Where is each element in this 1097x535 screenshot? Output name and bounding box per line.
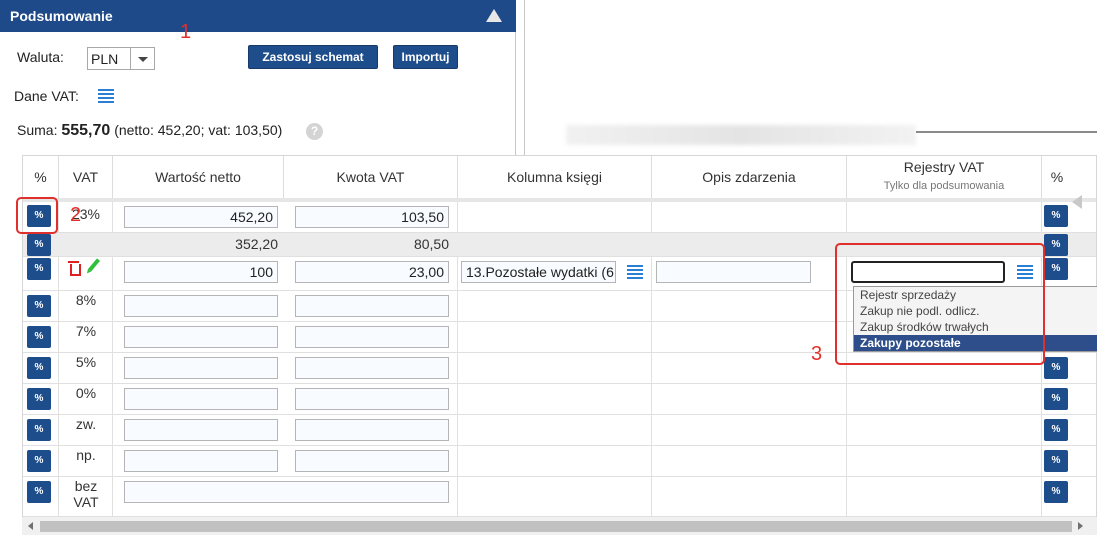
pct-button[interactable]: %: [27, 258, 51, 280]
horizontal-scrollbar[interactable]: [22, 517, 1097, 535]
vat-rate-label-line1: bez: [74, 478, 98, 494]
pct-button-right[interactable]: %: [1044, 258, 1068, 280]
annotation-number-1: 1: [180, 21, 192, 43]
pct-button[interactable]: %: [27, 234, 51, 256]
table-row: % np. %: [23, 446, 1096, 477]
col-header-pct: %: [23, 156, 59, 198]
vat-amount-input[interactable]: [295, 450, 449, 472]
apply-schema-button[interactable]: Zastosuj schemat: [248, 45, 378, 69]
pencil-icon[interactable]: [87, 258, 101, 272]
vat-rate-label: 5%: [75, 354, 97, 370]
col-header-pct-right: %: [1042, 156, 1072, 198]
collapse-icon[interactable]: [486, 9, 502, 22]
vat-rate-label: 8%: [75, 292, 97, 308]
pct-button-right[interactable]: %: [1044, 419, 1068, 441]
currency-label: Waluta:: [17, 49, 64, 65]
col-header-event-desc: Opis zdarzenia: [652, 156, 847, 198]
vat-amount-input[interactable]: [295, 419, 449, 441]
net-input[interactable]: [124, 450, 278, 472]
vat-rate-label: zw.: [75, 416, 97, 432]
col-header-net: Wartość netto: [113, 156, 284, 198]
vat-amount-input[interactable]: [295, 357, 449, 379]
annotation-box-2: [16, 197, 58, 234]
pct-button-right[interactable]: %: [1044, 234, 1068, 256]
panel-title: Podsumowanie: [10, 8, 113, 24]
pct-button[interactable]: %: [27, 450, 51, 472]
annotation-box-3: [835, 243, 1045, 365]
pct-button-right[interactable]: %: [1044, 450, 1068, 472]
list-icon[interactable]: [627, 264, 643, 279]
import-button[interactable]: Importuj: [393, 45, 458, 69]
pct-button-right[interactable]: %: [1044, 205, 1068, 227]
pct-button[interactable]: %: [27, 388, 51, 410]
currency-select[interactable]: PLN: [87, 47, 155, 70]
summary-total-value: 555,70: [61, 122, 111, 139]
trash-icon[interactable]: [68, 261, 81, 276]
panel-header[interactable]: Podsumowanie: [0, 0, 516, 32]
pct-button[interactable]: %: [27, 481, 51, 503]
net-input[interactable]: 100: [124, 261, 278, 283]
net-input[interactable]: [124, 357, 278, 379]
summary-total: Suma: 555,70 (netto: 452,20; vat: 103,50…: [17, 122, 282, 140]
summary-panel: Podsumowanie Waluta: PLN Zastosuj schema…: [0, 0, 516, 160]
panel-divider: [524, 0, 525, 160]
vat-amount-input[interactable]: 23,00: [295, 261, 449, 283]
help-icon[interactable]: ?: [306, 123, 323, 140]
net-subtotal: 352,20: [235, 236, 278, 252]
event-desc-input[interactable]: [656, 261, 811, 283]
net-input[interactable]: [124, 388, 278, 410]
col-header-vat-amount: Kwota VAT: [284, 156, 458, 198]
vat-amount-input[interactable]: [295, 326, 449, 348]
vat-rate-label: np.: [76, 447, 96, 463]
annotation-number-2: 2: [70, 204, 82, 226]
col-header-vat: VAT: [59, 156, 113, 198]
divider-line: [916, 131, 1097, 133]
scroll-right-arrow-icon[interactable]: [1078, 522, 1083, 530]
summary-prefix: Suma:: [17, 122, 58, 138]
pct-button[interactable]: %: [27, 326, 51, 348]
pct-button[interactable]: %: [27, 419, 51, 441]
vat-rate-label: 23%: [71, 206, 101, 222]
table-row: % 0% %: [23, 384, 1096, 415]
table-row: % bez VAT %: [23, 477, 1096, 517]
pct-button[interactable]: %: [27, 295, 51, 317]
col-header-ledger-column: Kolumna księgi: [458, 156, 652, 198]
summary-detail: (netto: 452,20; vat: 103,50): [114, 122, 283, 138]
vat-registers-title: Rejestry VAT: [903, 159, 985, 175]
vat-rate-label-line2: VAT: [73, 494, 99, 510]
scroll-left-icon[interactable]: [1072, 195, 1082, 209]
blurred-content: [566, 125, 916, 145]
vat-registers-subtitle: Tylko dla podsumowania: [883, 180, 1005, 192]
annotation-number-3: 3: [811, 343, 823, 365]
table-row: % zw. %: [23, 415, 1096, 446]
net-input[interactable]: 452,20: [124, 206, 278, 228]
vat-rate-label: 0%: [75, 385, 97, 401]
list-icon[interactable]: [98, 88, 114, 103]
pct-button-right[interactable]: %: [1044, 357, 1068, 379]
vat-subtotal: 80,50: [413, 236, 449, 252]
scroll-left-arrow-icon[interactable]: [28, 522, 33, 530]
net-input[interactable]: [124, 326, 278, 348]
vat-rate-label: bez VAT: [59, 478, 113, 510]
vat-rate-label: 7%: [75, 323, 97, 339]
vat-amount-input[interactable]: [295, 388, 449, 410]
pct-button[interactable]: %: [27, 357, 51, 379]
scrollbar-thumb[interactable]: [40, 521, 1072, 532]
pct-button-right[interactable]: %: [1044, 481, 1068, 503]
col-header-vat-registers: Rejestry VAT Tylko dla podsumowania: [847, 156, 1042, 198]
pct-button-right[interactable]: %: [1044, 388, 1068, 410]
net-input-bez-vat[interactable]: [124, 481, 449, 503]
table-row: % 23% 452,20 103,50 %: [23, 202, 1096, 233]
vat-data-label: Dane VAT:: [14, 88, 79, 104]
net-input[interactable]: [124, 295, 278, 317]
ledger-column-input[interactable]: 13.Pozostałe wydatki (6: [461, 261, 616, 283]
vat-amount-input[interactable]: [295, 295, 449, 317]
net-input[interactable]: [124, 419, 278, 441]
chevron-down-icon[interactable]: [130, 48, 154, 69]
vat-amount-input[interactable]: 103,50: [295, 206, 449, 228]
currency-value: PLN: [91, 51, 119, 67]
